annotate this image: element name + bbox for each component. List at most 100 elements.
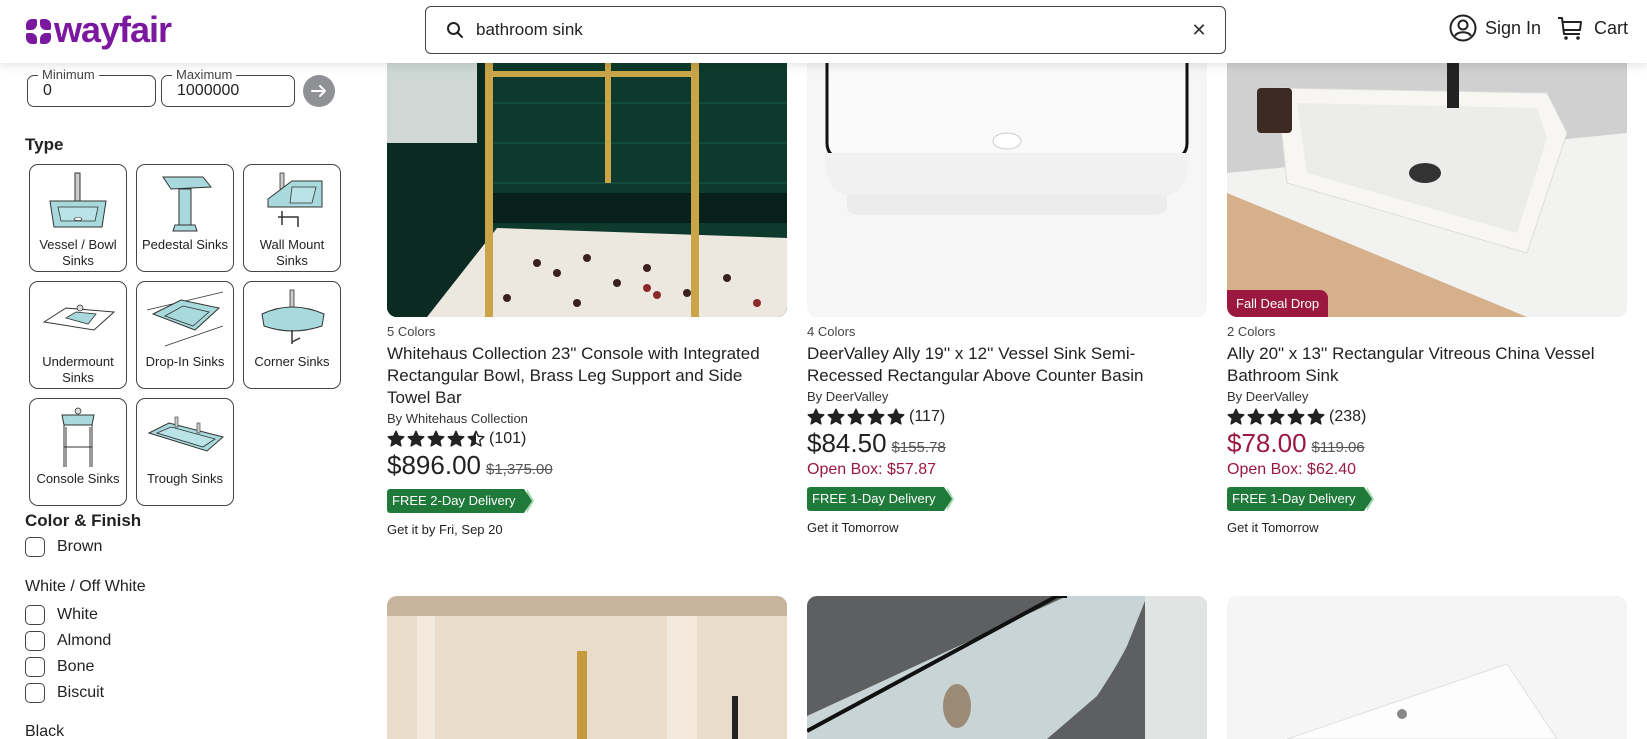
type-tile-trough[interactable]: Trough Sinks [136, 398, 234, 506]
delivery-badge: FREE 1-Day Delivery [1227, 487, 1374, 511]
star-rating-icons [807, 408, 905, 426]
open-box-price[interactable]: Open Box: $62.40 [1227, 461, 1627, 479]
sign-in-label: Sign In [1485, 17, 1542, 38]
cart-icon [1558, 17, 1582, 40]
type-label: Undermount Sinks [42, 354, 114, 385]
product-card[interactable]: 2 Colors Ally 20" x 13'' Rectangular Vit… [1227, 324, 1627, 535]
type-label: Wall Mount Sinks [259, 237, 325, 268]
color-finish-title: Color & Finish [25, 511, 142, 530]
apply-price-button[interactable] [303, 75, 335, 107]
delivery-arrow-icon [523, 489, 532, 513]
checkbox-label: Bone [57, 658, 95, 675]
price-maximum-input[interactable] [177, 82, 277, 100]
product-brand[interactable]: By DeerValley [1227, 389, 1627, 404]
product-image[interactable] [1227, 596, 1627, 739]
original-price: $1,375.00 [485, 461, 553, 478]
price-row: $896.00 $1,375.00 [387, 450, 787, 481]
product-title[interactable]: Ally 20" x 13'' Rectangular Vitreous Chi… [1227, 343, 1627, 387]
site-header: wayfair ✕ Sign In Cart [0, 0, 1647, 63]
cart-button[interactable]: Cart [1556, 14, 1628, 42]
search-input[interactable] [476, 20, 1189, 40]
type-tile-vessel[interactable]: Vessel / Bowl Sinks [29, 164, 127, 272]
star-full-icon [807, 408, 825, 425]
product-image[interactable] [387, 63, 787, 317]
star-full-icon [887, 408, 905, 425]
product-brand[interactable]: By DeerValley [807, 389, 1207, 404]
product-rating[interactable]: (117) [807, 408, 1207, 426]
filter-white[interactable]: White [25, 605, 98, 625]
product-image[interactable] [387, 596, 787, 739]
trough-sink-icon [147, 416, 225, 452]
star-full-icon [1267, 408, 1285, 425]
price-maximum-label: Maximum [172, 67, 237, 82]
delivery-badge: FREE 2-Day Delivery [387, 489, 534, 513]
checkbox[interactable] [25, 657, 45, 677]
product-rating[interactable]: (238) [1227, 408, 1627, 426]
product-rating[interactable]: (101) [387, 430, 787, 448]
current-price: $78.00 [1227, 428, 1307, 458]
product-image[interactable] [807, 63, 1207, 317]
filter-brown[interactable]: Brown [25, 537, 102, 557]
wall-mount-sink-icon [267, 172, 323, 227]
type-filter-grid: Vessel / Bowl Sinks Pedestal Sinks Wall … [29, 164, 344, 506]
deal-badge: Fall Deal Drop [1227, 290, 1329, 317]
price-row: $78.00 $119.06 [1227, 428, 1627, 459]
product-card[interactable]: 5 Colors Whitehaus Collection 23" Consol… [387, 324, 787, 537]
price-minimum-input[interactable] [43, 82, 143, 100]
type-tile-wall-mount[interactable]: Wall Mount Sinks [243, 164, 341, 272]
star-full-icon [867, 408, 885, 425]
search-icon[interactable] [444, 19, 466, 41]
star-full-icon [1227, 408, 1245, 425]
open-box-price[interactable]: Open Box: $57.87 [807, 461, 1207, 479]
delivery-eta: Get it Tomorrow [807, 520, 899, 535]
wayfair-logo[interactable]: wayfair [26, 9, 172, 50]
search-bar[interactable]: ✕ [425, 6, 1226, 54]
filter-bone[interactable]: Bone [25, 657, 94, 677]
price-minimum-label: Minimum [38, 67, 99, 82]
clear-search-icon[interactable]: ✕ [1189, 20, 1209, 41]
type-tile-corner[interactable]: Corner Sinks [243, 281, 341, 389]
delivery-badge: FREE 1-Day Delivery [807, 487, 954, 511]
product-title[interactable]: DeerValley Ally 19'' x 12'' Vessel Sink … [807, 343, 1207, 387]
product-title[interactable]: Whitehaus Collection 23" Console with In… [387, 343, 787, 409]
delivery-arrow-icon [943, 487, 952, 511]
product-image[interactable]: Fall Deal Drop [1227, 63, 1627, 317]
checkbox[interactable] [25, 537, 45, 557]
sign-in-button[interactable]: Sign In [1449, 14, 1541, 42]
current-price: $84.50 [807, 428, 887, 458]
corner-sink-icon [261, 289, 325, 344]
cart-label: Cart [1594, 17, 1629, 38]
checkbox-label: White [57, 606, 98, 623]
drop-in-sink-icon [146, 291, 224, 347]
delivery-label: FREE 1-Day Delivery [807, 487, 944, 511]
product-card[interactable]: 4 Colors DeerValley Ally 19'' x 12'' Ves… [807, 324, 1207, 535]
logo-mark-icon [26, 19, 52, 45]
original-price: $119.06 [1311, 439, 1365, 456]
star-full-icon [1247, 408, 1265, 425]
type-tile-drop-in[interactable]: Drop-In Sinks [136, 281, 234, 389]
checkbox[interactable] [25, 605, 45, 625]
filter-biscuit[interactable]: Biscuit [25, 683, 104, 703]
product-image[interactable] [807, 596, 1207, 739]
color-count: 4 Colors [807, 324, 856, 339]
checkbox[interactable] [25, 683, 45, 703]
type-tile-console[interactable]: Console Sinks [29, 398, 127, 506]
product-brand[interactable]: By Whitehaus Collection [387, 411, 787, 426]
color-count: 5 Colors [387, 324, 436, 339]
type-tile-pedestal[interactable]: Pedestal Sinks [136, 164, 234, 272]
console-sink-icon [61, 407, 95, 467]
vessel-sink-icon [49, 172, 107, 228]
review-count: (101) [489, 430, 527, 447]
type-label: Trough Sinks [146, 471, 224, 486]
price-minimum-field[interactable]: Minimum [27, 67, 156, 107]
checkbox-label: Brown [57, 538, 103, 555]
checkbox[interactable] [25, 631, 45, 651]
star-full-icon [1287, 408, 1305, 425]
arrow-right-icon [311, 85, 326, 97]
filter-almond[interactable]: Almond [25, 631, 111, 651]
price-maximum-field[interactable]: Maximum [161, 67, 295, 107]
black-group-title: Black [25, 723, 65, 739]
color-count: 2 Colors [1227, 324, 1276, 339]
type-tile-undermount[interactable]: Undermount Sinks [29, 281, 127, 389]
logo-text: wayfair [54, 9, 172, 50]
